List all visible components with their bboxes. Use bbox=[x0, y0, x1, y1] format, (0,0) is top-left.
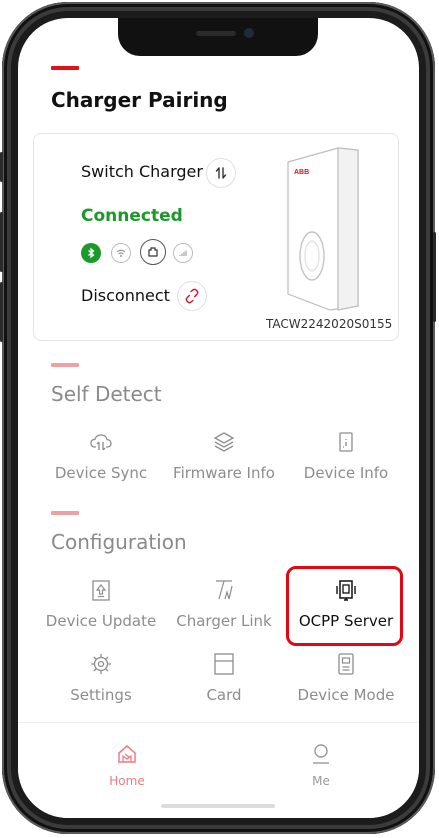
device-sync-item[interactable]: Device Sync bbox=[36, 430, 166, 482]
bluetooth-icon bbox=[81, 243, 101, 263]
charger-link-item[interactable]: Charger Link bbox=[159, 578, 289, 630]
ethernet-icon bbox=[140, 239, 166, 265]
device-sync-label: Device Sync bbox=[54, 464, 148, 482]
wifi-icon bbox=[111, 243, 131, 263]
disconnect-button[interactable] bbox=[177, 281, 207, 311]
brand-logo: ABB bbox=[294, 169, 309, 176]
device-update-label: Device Update bbox=[45, 612, 157, 630]
connection-status: Connected bbox=[81, 206, 183, 226]
update-icon bbox=[92, 580, 110, 601]
device-info-item[interactable]: Device Info bbox=[281, 430, 411, 482]
switch-charger-button[interactable] bbox=[206, 158, 236, 188]
side-button bbox=[0, 212, 3, 272]
cloud-sync-icon bbox=[90, 434, 112, 451]
charger-link-icon bbox=[216, 580, 233, 600]
serial-number: TACW2242020S0155 bbox=[266, 317, 393, 331]
cellular-icon bbox=[173, 243, 193, 263]
settings-label: Settings bbox=[70, 686, 132, 704]
settings-item[interactable]: Settings bbox=[36, 652, 166, 704]
layers-icon bbox=[213, 432, 235, 452]
device-mode-icon bbox=[338, 653, 354, 675]
person-icon bbox=[313, 744, 329, 764]
firmware-info-item[interactable]: Firmware Info bbox=[159, 430, 289, 482]
tab-home[interactable]: Home bbox=[87, 743, 167, 788]
page-title: Charger Pairing bbox=[51, 88, 228, 112]
notch bbox=[118, 18, 318, 56]
configuration-title: Configuration bbox=[51, 530, 187, 554]
card-icon bbox=[214, 653, 234, 675]
home-indicator bbox=[161, 804, 275, 808]
app-screen: Charger Pairing Switch Charger Connected… bbox=[18, 18, 419, 818]
self-detect-title: Self Detect bbox=[51, 382, 162, 406]
firmware-info-label: Firmware Info bbox=[173, 464, 275, 482]
card-label: Card bbox=[206, 686, 242, 704]
device-info-icon bbox=[339, 432, 353, 452]
charger-card: Switch Charger Connected Disconnect ABB … bbox=[33, 133, 399, 341]
tab-home-label: Home bbox=[109, 774, 145, 788]
charger-link-label: Charger Link bbox=[176, 612, 272, 630]
card-item[interactable]: Card bbox=[159, 652, 289, 704]
side-button bbox=[0, 282, 3, 342]
camera bbox=[244, 28, 254, 38]
switch-charger-label: Switch Charger bbox=[81, 162, 203, 181]
gear-icon bbox=[91, 654, 111, 674]
home-icon bbox=[118, 745, 136, 763]
unlink-icon bbox=[185, 288, 199, 304]
self-detect-accent-bar bbox=[51, 363, 79, 367]
ocpp-server-highlight bbox=[286, 566, 403, 646]
speaker bbox=[196, 31, 236, 36]
disconnect-label: Disconnect bbox=[81, 286, 170, 305]
device-mode-item[interactable]: Device Mode bbox=[281, 652, 411, 704]
device-mode-label: Device Mode bbox=[297, 686, 395, 704]
tab-me[interactable]: Me bbox=[281, 743, 361, 788]
title-accent-bar bbox=[51, 66, 79, 70]
side-button bbox=[0, 152, 3, 182]
tab-me-label: Me bbox=[312, 774, 330, 788]
side-button bbox=[433, 232, 436, 322]
charger-image: ABB bbox=[287, 147, 359, 311]
configuration-accent-bar bbox=[51, 511, 79, 515]
device-update-item[interactable]: Device Update bbox=[36, 578, 166, 630]
swap-arrows-icon bbox=[215, 167, 227, 179]
device-info-label: Device Info bbox=[303, 464, 389, 482]
